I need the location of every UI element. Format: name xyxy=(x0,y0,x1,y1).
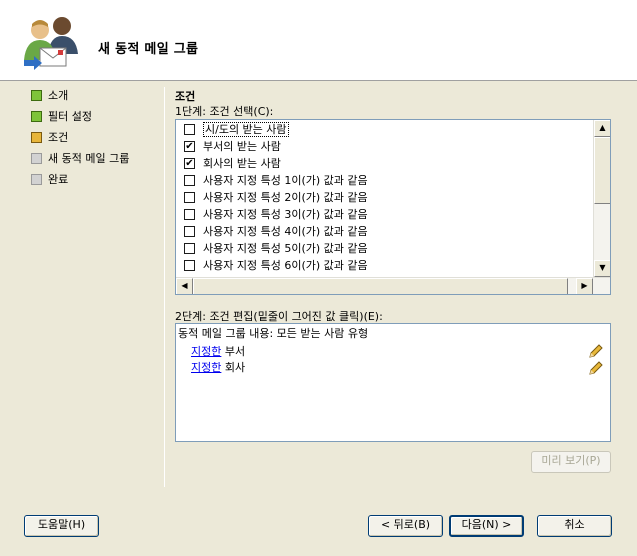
condition-item[interactable]: 사용자 지정 특성 3이(가) 값과 같음 xyxy=(176,206,594,223)
condition-item[interactable]: 사용자 지정 특성 5이(가) 값과 같음 xyxy=(176,240,594,257)
step-label: 새 동적 메일 그룹 xyxy=(48,152,130,165)
condition-checkbox[interactable] xyxy=(184,243,195,254)
scroll-up-icon[interactable]: ▲ xyxy=(594,120,610,137)
description-line: 지정한 부서 xyxy=(191,343,245,359)
horizontal-scrollbar[interactable]: ◀ ▶ xyxy=(176,277,610,294)
step-label: 소개 xyxy=(48,89,69,102)
pencil-icon[interactable] xyxy=(588,360,604,376)
description-heading: 동적 메일 그룹 내용: 모든 받는 사람 유형 xyxy=(178,327,369,340)
wizard-header: 새 동적 메일 그룹 xyxy=(0,0,637,81)
step1-label: 1단계: 조건 선택(C): xyxy=(175,105,274,118)
condition-checkbox[interactable] xyxy=(184,175,195,186)
vertical-scroll-thumb[interactable] xyxy=(594,137,610,204)
scroll-down-icon[interactable]: ▼ xyxy=(594,260,610,277)
section-title: 조건 xyxy=(175,90,196,103)
condition-checkbox[interactable]: ✔ xyxy=(184,158,195,169)
condition-label: 사용자 지정 특성 6이(가) 값과 같음 xyxy=(203,259,368,272)
users-mail-icon xyxy=(24,17,78,70)
condition-label: 회사의 받는 사람 xyxy=(203,157,281,170)
step-done-icon xyxy=(31,111,42,122)
condition-item[interactable]: ✔ 회사의 받는 사람 xyxy=(176,155,594,172)
scroll-left-icon[interactable]: ◀ xyxy=(176,278,193,294)
wizard-steps: 소개 필터 설정 조건 새 동적 메일 그룹 완료 xyxy=(31,87,161,192)
preview-button[interactable]: 미리 보기(P) xyxy=(531,451,611,473)
condition-label: 사용자 지정 특성 5이(가) 값과 같음 xyxy=(203,242,368,255)
condition-checkbox[interactable]: ✔ xyxy=(184,141,195,152)
step-intro: 소개 xyxy=(31,87,161,108)
step-current-icon xyxy=(31,132,42,143)
step-pending-icon xyxy=(31,153,42,164)
condition-item[interactable]: 사용자 지정 특성 2이(가) 값과 같음 xyxy=(176,189,594,206)
department-value-link[interactable]: 지정한 xyxy=(191,345,221,358)
condition-list[interactable]: 시/도의 받는 사람 ✔ 부서의 받는 사람 ✔ 회사의 받는 사람 사용자 지… xyxy=(175,119,611,295)
condition-checkbox[interactable] xyxy=(184,260,195,271)
condition-label: 시/도의 받는 사람 xyxy=(203,122,289,137)
condition-label: 사용자 지정 특성 3이(가) 값과 같음 xyxy=(203,208,368,221)
step-conditions: 조건 xyxy=(31,129,161,150)
condition-item[interactable]: ✔ 부서의 받는 사람 xyxy=(176,138,594,155)
step-label: 완료 xyxy=(48,173,69,186)
step-label: 조건 xyxy=(48,131,69,144)
condition-item[interactable]: 시/도의 받는 사람 xyxy=(176,121,594,138)
step-done-icon xyxy=(31,90,42,101)
scroll-right-icon[interactable]: ▶ xyxy=(576,278,593,294)
condition-checkbox[interactable] xyxy=(184,192,195,203)
next-button[interactable]: 다음(N) > xyxy=(449,515,524,537)
condition-label: 부서의 받는 사람 xyxy=(203,140,281,153)
pencil-icon[interactable] xyxy=(588,343,604,359)
help-button[interactable]: 도움말(H) xyxy=(24,515,99,537)
company-value-link[interactable]: 지정한 xyxy=(191,361,221,374)
step-new-group: 새 동적 메일 그룹 xyxy=(31,150,161,171)
horizontal-scroll-thumb[interactable] xyxy=(193,278,568,294)
step-filter-settings: 필터 설정 xyxy=(31,108,161,129)
nav-divider xyxy=(164,87,165,487)
description-text: 부서 xyxy=(221,345,246,358)
description-line: 지정한 회사 xyxy=(191,359,245,375)
step2-label: 2단계: 조건 편집(밑줄이 그어진 값 클릭)(E): xyxy=(175,310,383,323)
condition-checkbox[interactable] xyxy=(184,209,195,220)
back-button[interactable]: < 뒤로(B) xyxy=(368,515,443,537)
step-complete: 완료 xyxy=(31,171,161,192)
wizard-title: 새 동적 메일 그룹 xyxy=(98,42,199,57)
condition-label: 사용자 지정 특성 1이(가) 값과 같음 xyxy=(203,174,368,187)
condition-item[interactable]: 사용자 지정 특성 4이(가) 값과 같음 xyxy=(176,223,594,240)
step-label: 필터 설정 xyxy=(48,110,92,123)
condition-description: 동적 메일 그룹 내용: 모든 받는 사람 유형 지정한 부서 지정한 회사 xyxy=(175,323,611,442)
cancel-button[interactable]: 취소 xyxy=(537,515,612,537)
vertical-scrollbar[interactable]: ▲ ▼ xyxy=(593,120,610,277)
condition-item[interactable]: 사용자 지정 특성 6이(가) 값과 같음 xyxy=(176,257,594,274)
condition-item[interactable]: 사용자 지정 특성 1이(가) 값과 같음 xyxy=(176,172,594,189)
condition-label: 사용자 지정 특성 2이(가) 값과 같음 xyxy=(203,191,368,204)
condition-label: 사용자 지정 특성 4이(가) 값과 같음 xyxy=(203,225,368,238)
step-pending-icon xyxy=(31,174,42,185)
description-text: 회사 xyxy=(221,361,246,374)
condition-checkbox[interactable] xyxy=(184,124,195,135)
condition-checkbox[interactable] xyxy=(184,226,195,237)
